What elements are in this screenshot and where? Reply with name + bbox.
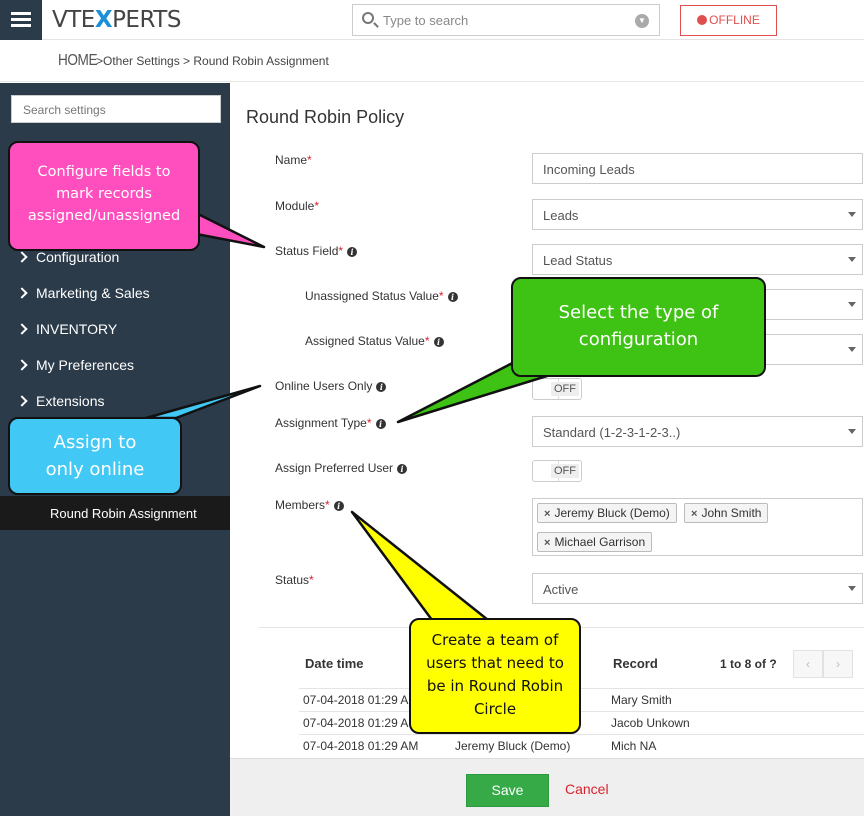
yellow-callout-pointer — [350, 510, 490, 622]
callout-status-fields: Configure fields to mark records assigned/… — [8, 141, 200, 251]
info-icon[interactable]: i — [375, 419, 386, 429]
search-icon — [362, 12, 374, 24]
name-label: Name* — [275, 153, 312, 167]
unassigned-status-label: Unassigned Status Value* i — [305, 289, 458, 303]
info-icon[interactable]: i — [376, 382, 387, 392]
info-icon[interactable]: i — [447, 292, 458, 302]
sidebar-item-my-preferences[interactable]: My Preferences — [16, 357, 134, 373]
column-header-record[interactable]: Record — [613, 656, 658, 671]
breadcrumb: HOME >Other Settings > Round Robin Assig… — [0, 40, 864, 82]
caret-down-icon — [848, 257, 856, 262]
info-icon[interactable]: i — [397, 464, 408, 474]
chevron-right-icon — [16, 287, 28, 299]
column-header-datetime[interactable]: Date time — [305, 656, 364, 671]
save-button[interactable]: Save — [466, 774, 549, 807]
callout-members: Create a team of users that need to be in … — [409, 618, 581, 734]
online-users-toggle[interactable]: OFF — [532, 378, 582, 400]
caret-down-icon — [848, 212, 856, 217]
next-page-button[interactable]: › — [823, 650, 853, 678]
status-select[interactable]: Active — [532, 573, 863, 604]
settings-search-input[interactable]: Search settings — [11, 95, 221, 123]
breadcrumb-home[interactable]: HOME — [58, 52, 98, 70]
online-users-label: Online Users Only i — [275, 379, 387, 393]
members-multiselect[interactable]: × Jeremy Bluck (Demo) × John Smith × Michae… — [532, 498, 863, 556]
caret-down-icon — [848, 347, 856, 352]
member-tag[interactable]: × John Smith — [684, 503, 769, 523]
status-field-label: Status Field* i — [275, 244, 358, 258]
callout-online-only: Assign to only online — [8, 417, 182, 495]
name-field[interactable]: Incoming Leads — [532, 153, 863, 184]
preferred-user-label: Assign Preferred User i — [275, 461, 408, 475]
form-footer: Save Cancel — [230, 758, 864, 816]
remove-icon[interactable]: × — [544, 508, 550, 520]
caret-down-icon — [848, 586, 856, 591]
search-placeholder: Type to search — [383, 13, 469, 28]
top-bar: VTEXPERTS Type to search ▼ OFFLINE — [0, 0, 864, 40]
status-field-select[interactable]: Lead Status — [532, 244, 863, 275]
status-label: Status* — [275, 573, 314, 587]
sidebar-item-inventory[interactable]: INVENTORY — [16, 321, 117, 337]
callout-assignment-type: Select the type of configuration — [511, 277, 766, 377]
prev-page-button[interactable]: ‹ — [793, 650, 823, 678]
table-row[interactable]: 07-04-2018 01:29 AM Jeremy Bluck (Demo) … — [299, 734, 864, 757]
chevron-down-icon[interactable]: ▼ — [635, 14, 649, 28]
offline-button[interactable]: OFFLINE — [680, 5, 777, 36]
member-tag[interactable]: × Michael Garrison — [537, 532, 653, 552]
member-tag[interactable]: × Jeremy Bluck (Demo) — [537, 503, 677, 523]
assignment-type-label: Assignment Type* i — [275, 416, 386, 430]
module-select[interactable]: Leads — [532, 199, 863, 230]
pagination-info: 1 to 8 of ? — [720, 657, 777, 671]
status-dot-icon — [697, 15, 708, 25]
chevron-right-icon — [16, 359, 28, 371]
sidebar-item-configuration[interactable]: Configuration — [16, 249, 119, 265]
info-icon[interactable]: i — [347, 247, 358, 257]
chevron-right-icon — [16, 251, 28, 263]
remove-icon[interactable]: × — [691, 508, 697, 520]
assigned-status-label: Assigned Status Value* i — [305, 334, 444, 348]
breadcrumb-path[interactable]: >Other Settings > Round Robin Assignment — [96, 54, 329, 68]
menu-icon[interactable] — [0, 0, 42, 40]
app-logo[interactable]: VTEXPERTS — [52, 7, 181, 33]
chevron-right-icon — [16, 395, 28, 407]
module-label: Module* — [275, 199, 320, 213]
info-icon[interactable]: i — [333, 501, 344, 511]
remove-icon[interactable]: × — [544, 537, 550, 549]
preferred-user-toggle[interactable]: OFF — [532, 460, 582, 482]
chevron-right-icon — [16, 323, 28, 335]
caret-down-icon — [848, 302, 856, 307]
members-label: Members* i — [275, 498, 344, 512]
caret-down-icon — [848, 429, 856, 434]
global-search-input[interactable]: Type to search ▼ — [352, 4, 660, 36]
info-icon[interactable]: i — [433, 337, 444, 347]
sidebar-item-extensions[interactable]: Extensions — [16, 393, 104, 409]
sidebar-item-round-robin[interactable]: Round Robin Assignment — [0, 496, 230, 530]
assignment-type-select[interactable]: Standard (1-2-3-1-2-3..) — [532, 416, 863, 447]
cancel-link[interactable]: Cancel — [565, 781, 609, 797]
page-title: Round Robin Policy — [246, 107, 405, 127]
table-row[interactable]: 07-04-2018 01:29 A Mary Smith — [299, 688, 864, 711]
sidebar-item-marketing-sales[interactable]: Marketing & Sales — [16, 285, 150, 301]
table-row[interactable]: 07-04-2018 01:29 A Jacob Unkown — [299, 711, 864, 734]
